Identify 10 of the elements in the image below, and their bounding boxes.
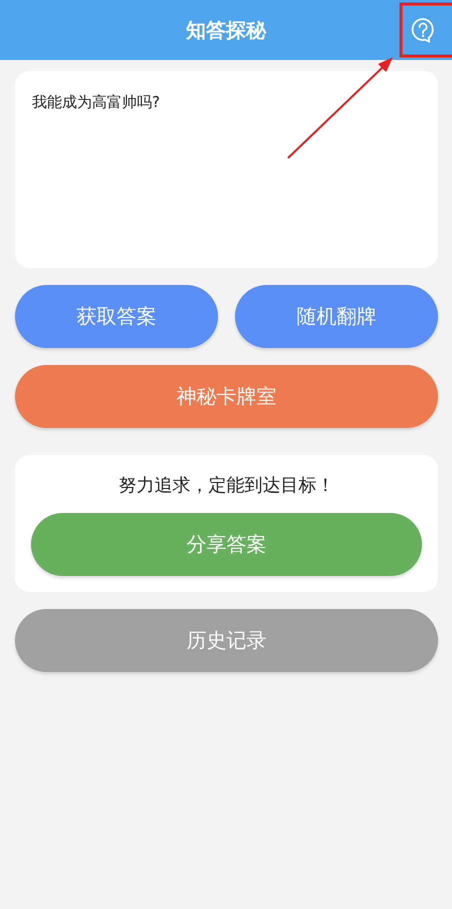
history-button[interactable]: 历史记录	[15, 609, 438, 672]
action-button[interactable]: 获取答案	[15, 285, 218, 348]
highlight-frame	[400, 2, 452, 58]
help-button[interactable]	[410, 17, 436, 43]
help-icon	[410, 17, 436, 43]
share-button[interactable]: 分享答案	[31, 513, 422, 576]
card-room-button[interactable]: 神秘卡牌室	[15, 365, 438, 428]
action-button[interactable]: 随机翻牌	[235, 285, 438, 348]
app-title: 知答探秘	[186, 16, 266, 44]
answer-text: 努力追求，定能到达目标！	[118, 474, 334, 497]
